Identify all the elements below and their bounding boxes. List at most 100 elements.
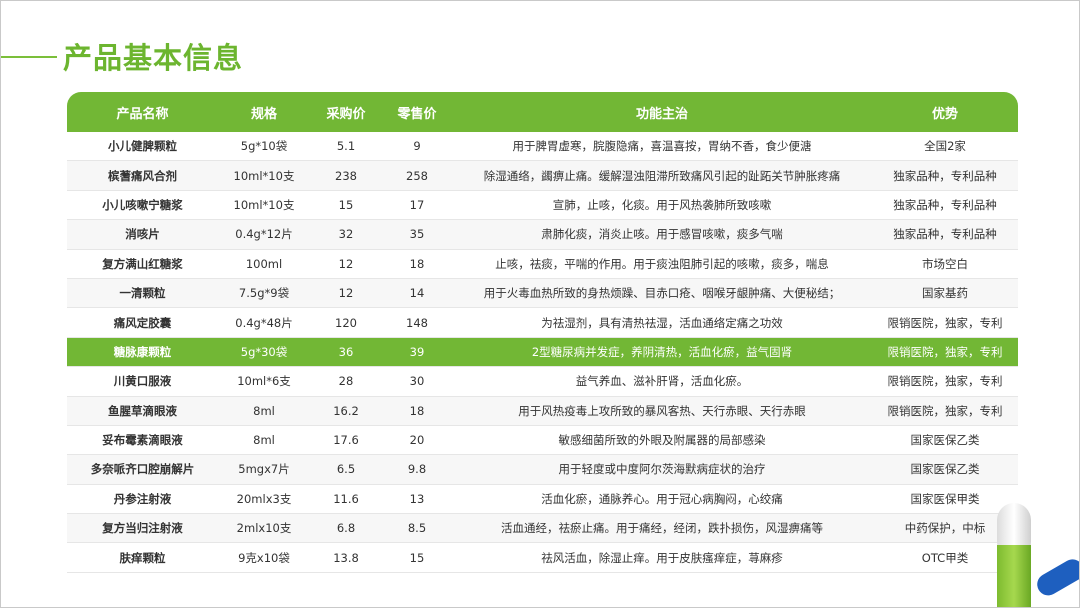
cell-spec: 5mgx7片 [238, 462, 290, 477]
cell-name: 消咳片 [125, 227, 160, 242]
cell-name: 妥布霉素滴眼液 [102, 433, 183, 448]
cell-advantage: 限销医院，独家，专利 [887, 403, 1003, 418]
cell-function: 宣肺，止咳，化痰。用于风热袭肺所致咳嗽 [552, 197, 772, 212]
cell-name: 丹参注射液 [113, 491, 172, 506]
cell-advantage: 独家品种，专利品种 [893, 227, 997, 242]
table-row: 消咳片 0.4g*12片 32 35 肃肺化痰，消炎止咳。用于感冒咳嗽，痰多气喘… [67, 220, 1018, 250]
cell-name: 肤痒颗粒 [119, 550, 166, 565]
cell-spec: 10ml*10支 [233, 168, 295, 183]
cell-retail: 35 [409, 227, 425, 242]
cell-function: 活血化瘀，通脉养心。用于冠心病胸闷，心绞痛 [541, 491, 783, 506]
cell-purchase: 238 [335, 168, 357, 183]
cell-name: 痛风定胶囊 [113, 315, 172, 330]
cell-name: 鱼腥草滴眼液 [108, 403, 177, 418]
cell-purchase: 15 [338, 197, 354, 212]
header-function: 功能主治 [635, 106, 688, 122]
table-body: 小儿健脾颗粒 5g*10袋 5.1 9 用于脾胃虚寒，脘腹隐痛，喜温喜按，胃纳不… [67, 132, 1018, 573]
table-row: 痛风定胶囊 0.4g*48片 120 148 为祛湿剂，具有清热祛湿，活血通络定… [67, 308, 1018, 338]
header-retail: 零售价 [397, 106, 437, 122]
cell-purchase: 17.6 [333, 433, 359, 448]
table-row: 复方满山红糖浆 100ml 12 18 止咳，祛痰，平喘的作用。用于痰浊阻肺引起… [67, 249, 1018, 279]
product-table: 产品名称 规格 采购价 零售价 功能主治 优势 小儿健脾颗粒 5g*10袋 5.… [67, 92, 1018, 573]
cell-advantage: 独家品种，专利品种 [893, 168, 997, 183]
cell-retail: 14 [409, 286, 425, 301]
title-accent-line [1, 56, 57, 58]
header-advantage: 优势 [931, 106, 958, 122]
cell-retail: 9 [413, 139, 421, 154]
cell-retail: 39 [409, 344, 425, 359]
cell-retail: 13 [409, 491, 425, 506]
cell-function: 为祛湿剂，具有清热祛湿，活血通络定痛之功效 [541, 315, 783, 330]
cell-function: 活血通经，祛瘀止痛。用于痛经，经闭，跌扑损伤，风湿痹痛等 [501, 521, 823, 536]
cell-advantage: 国家医保乙类 [910, 462, 980, 477]
cell-advantage: 限销医院，独家，专利 [887, 344, 1003, 359]
cell-advantage: 国家医保乙类 [910, 433, 980, 448]
cell-spec: 10ml*10支 [233, 197, 295, 212]
cell-name: 一清颗粒 [119, 286, 166, 301]
cell-name: 糖脉康颗粒 [113, 344, 172, 359]
cell-advantage: 全国2家 [924, 139, 966, 154]
cell-name: 复方满山红糖浆 [102, 256, 183, 271]
table-row: 丹参注射液 20mlx3支 11.6 13 活血化瘀，通脉养心。用于冠心病胸闷，… [67, 484, 1018, 515]
cell-advantage: 限销医院，独家，专利 [887, 315, 1003, 330]
cell-purchase: 6.5 [336, 462, 356, 477]
cell-function: 用于风热疫毒上攻所致的暴风客热、天行赤眼、天行赤眼 [518, 403, 806, 418]
cell-purchase: 12 [338, 256, 354, 271]
table-row: 小儿咳嗽宁糖浆 10ml*10支 15 17 宣肺，止咳，化痰。用于风热袭肺所致… [67, 190, 1018, 221]
cell-retail: 18 [409, 256, 425, 271]
cell-purchase: 16.2 [333, 403, 359, 418]
cell-advantage: 国家基药 [922, 286, 968, 301]
table-row: 复方当归注射液 2mlx10支 6.8 8.5 活血通经，祛瘀止痛。用于痛经，经… [67, 514, 1018, 544]
cell-spec: 0.4g*48片 [235, 315, 293, 330]
page-title: 产品基本信息 [63, 41, 244, 75]
cell-function: 肃肺化痰，消炎止咳。用于感冒咳嗽，痰多气喘 [541, 227, 783, 242]
cell-retail: 15 [409, 550, 425, 565]
header-spec: 规格 [250, 106, 277, 122]
cell-retail: 148 [406, 315, 428, 330]
cell-advantage: 独家品种，专利品种 [893, 197, 997, 212]
cell-spec: 7.5g*9袋 [238, 286, 290, 301]
cell-function: 用于火毒血热所致的身热烦躁、目赤口疮、咽喉牙龈肿痛、大便秘结； [483, 286, 841, 301]
cell-spec: 5g*30袋 [240, 344, 288, 359]
cell-spec: 0.4g*12片 [235, 227, 293, 242]
cell-function: 2型糖尿病并发症，养阴清热，活血化瘀，益气固肾 [531, 344, 793, 359]
cell-advantage: 限销医院，独家，专利 [887, 374, 1003, 389]
table-row: 小儿健脾颗粒 5g*10袋 5.1 9 用于脾胃虚寒，脘腹隐痛，喜温喜按，胃纳不… [67, 132, 1018, 162]
cell-function: 敏感细菌所致的外眼及附属器的局部感染 [558, 433, 766, 448]
cell-retail: 17 [409, 197, 425, 212]
cell-function: 用于脾胃虚寒，脘腹隐痛，喜温喜按，胃纳不香，食少便溏 [512, 139, 812, 154]
cell-name: 多奈哌齐口腔崩解片 [90, 462, 195, 477]
cell-function: 益气养血、滋补肝肾，活血化瘀。 [575, 374, 749, 389]
cell-retail: 18 [409, 403, 425, 418]
table-row: 多奈哌齐口腔崩解片 5mgx7片 6.5 9.8 用于轻度或中度阿尔茨海默病症状… [67, 455, 1018, 485]
cell-name: 川黄口服液 [113, 374, 172, 389]
table-row: 肤痒颗粒 9克x10袋 13.8 15 祛风活血，除湿止痒。用于皮肤瘙痒症，荨麻… [67, 543, 1018, 573]
cell-purchase: 13.8 [333, 550, 359, 565]
cell-purchase: 32 [338, 227, 354, 242]
cell-purchase: 12 [338, 286, 354, 301]
cell-advantage: 市场空白 [922, 256, 968, 271]
cell-function: 止咳，祛痰，平喘的作用。用于痰浊阻肺引起的咳嗽，痰多，喘息 [495, 256, 829, 271]
table-row: 川黄口服液 10ml*6支 28 30 益气养血、滋补肝肾，活血化瘀。 限销医院… [67, 367, 1018, 397]
cell-spec: 9克x10袋 [238, 550, 290, 565]
cell-purchase: 120 [335, 315, 357, 330]
header-purchase: 采购价 [326, 106, 366, 122]
capsule-icon [997, 503, 1079, 607]
table-row: 鱼腥草滴眼液 8ml 16.2 18 用于风热疫毒上攻所致的暴风客热、天行赤眼、… [67, 396, 1018, 426]
cell-retail: 8.5 [407, 521, 427, 536]
cell-spec: 8ml [253, 433, 275, 448]
cell-purchase: 28 [338, 374, 354, 389]
header-name: 产品名称 [116, 106, 169, 122]
cell-function: 用于轻度或中度阿尔茨海默病症状的治疗 [558, 462, 766, 477]
cell-function: 祛风活血，除湿止痒。用于皮肤瘙痒症，荨麻疹 [541, 550, 783, 565]
cell-purchase: 11.6 [333, 491, 359, 506]
table-row-highlighted: 糖脉康颗粒 5g*30袋 36 39 2型糖尿病并发症，养阴清热，活血化瘀，益气… [67, 337, 1018, 368]
cell-name: 小儿咳嗽宁糖浆 [102, 197, 183, 212]
slide: 产品基本信息 产品名称 规格 采购价 零售价 功能主治 优势 小儿健脾颗粒 5g… [0, 0, 1080, 608]
cell-spec: 20mlx3支 [236, 491, 292, 506]
cell-retail: 30 [409, 374, 425, 389]
cell-spec: 5g*10袋 [240, 139, 288, 154]
cell-purchase: 6.8 [336, 521, 356, 536]
cell-retail: 9.8 [407, 462, 427, 477]
table-header: 产品名称 规格 采购价 零售价 功能主治 优势 [67, 92, 1018, 132]
